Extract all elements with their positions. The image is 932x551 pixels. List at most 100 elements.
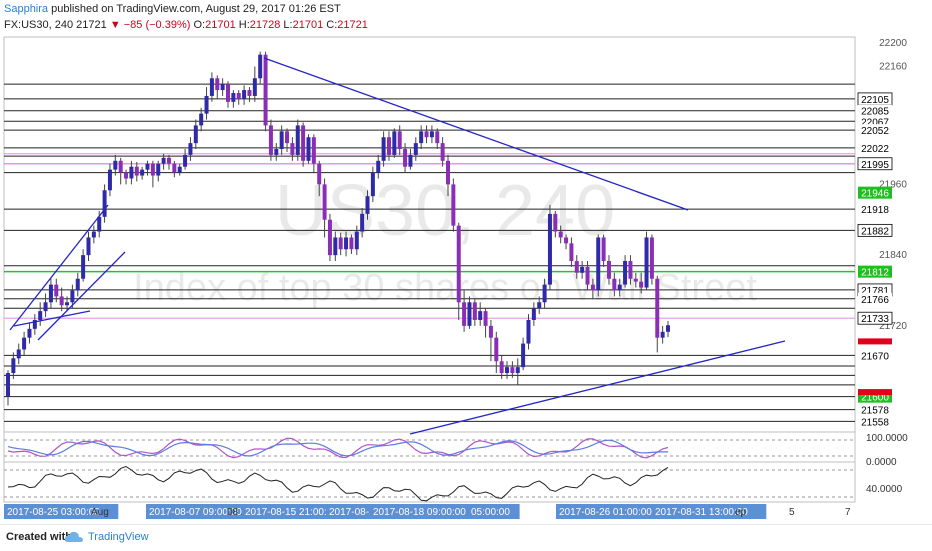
candle-body bbox=[488, 325, 493, 338]
candle-body bbox=[75, 278, 80, 291]
candle-body bbox=[392, 131, 397, 155]
candle-body bbox=[38, 311, 43, 320]
svg-text:21733: 21733 bbox=[861, 314, 889, 325]
candle-body bbox=[129, 166, 134, 179]
candle-body bbox=[183, 154, 188, 167]
candle-body bbox=[435, 131, 440, 144]
svg-text:21946: 21946 bbox=[861, 189, 889, 200]
price-label: 21578 bbox=[858, 403, 892, 417]
candle-body bbox=[220, 84, 225, 91]
candle-body bbox=[429, 131, 434, 138]
candle-body bbox=[204, 95, 209, 114]
svg-text:05:00:00: 05:00:00 bbox=[471, 507, 510, 518]
candle-body bbox=[43, 302, 48, 312]
footer: Created with TradingView bbox=[0, 524, 932, 551]
candle-body bbox=[499, 361, 504, 374]
candle-body bbox=[107, 169, 112, 191]
candle-body bbox=[510, 367, 515, 374]
candle-body bbox=[660, 331, 665, 338]
candle-body bbox=[236, 93, 241, 99]
candle-body bbox=[564, 237, 569, 244]
candle-body bbox=[365, 196, 370, 214]
price-label: 21918 bbox=[858, 203, 892, 216]
candle-body bbox=[408, 154, 413, 167]
svg-text:21558: 21558 bbox=[861, 417, 889, 428]
candle-body bbox=[419, 131, 424, 144]
candle-body bbox=[193, 125, 198, 144]
tradingview-brand[interactable]: TradingView bbox=[88, 531, 149, 543]
svg-text:2017-08-18 09:00:00: 2017-08-18 09:00:00 bbox=[373, 507, 466, 518]
watermark-description: Index of top 30 shares on Wall Street bbox=[133, 267, 757, 309]
candle-body bbox=[226, 84, 230, 102]
x-tick: Aug bbox=[91, 507, 109, 518]
x-tick: 7 bbox=[845, 507, 851, 518]
candle-body bbox=[370, 172, 375, 197]
candle-body bbox=[295, 125, 300, 155]
indicator1-tick-0: 0.0000 bbox=[866, 457, 897, 468]
svg-text:21995: 21995 bbox=[861, 160, 889, 171]
svg-text:ep: ep bbox=[735, 507, 747, 518]
candle-body bbox=[166, 157, 171, 164]
svg-text:21882: 21882 bbox=[861, 226, 889, 237]
candle-body bbox=[81, 255, 86, 279]
price-chart[interactable]: US30, 240 Index of top 30 shares on Wall… bbox=[0, 0, 932, 524]
indicator2-tick-40: 40.0000 bbox=[866, 484, 903, 495]
price-label: 22022 bbox=[858, 141, 892, 155]
candle-body bbox=[639, 281, 644, 288]
candle-body bbox=[231, 93, 236, 102]
time-axis[interactable]: 2017-08-25 03:00:00Aug 2017-08-07 09:00:0… bbox=[4, 504, 851, 519]
indicator2-line bbox=[7, 465, 669, 502]
indicator2-pane-border bbox=[3, 461, 856, 503]
candle-body bbox=[456, 225, 461, 303]
candle-body bbox=[102, 190, 107, 217]
candle-body bbox=[327, 219, 332, 256]
candle-body bbox=[242, 90, 247, 99]
candle-body bbox=[285, 131, 290, 144]
candle-body bbox=[601, 237, 606, 262]
candle-body bbox=[306, 137, 311, 161]
x-tick: ep bbox=[735, 507, 747, 518]
candle-body bbox=[403, 149, 408, 167]
candle-body bbox=[494, 337, 499, 362]
candle-body bbox=[209, 78, 214, 96]
candle-body bbox=[547, 213, 552, 285]
candle-body bbox=[526, 319, 531, 344]
candle-body bbox=[386, 137, 391, 155]
candle-body bbox=[612, 278, 617, 291]
candle-body bbox=[290, 143, 295, 155]
price-label: 21558 bbox=[858, 415, 892, 428]
candle-body bbox=[48, 284, 53, 303]
price-axis[interactable]: 2220022160219602184021720221052208522067… bbox=[857, 38, 907, 428]
candle-body bbox=[172, 163, 177, 173]
candle-body bbox=[381, 137, 386, 161]
candle-body bbox=[467, 302, 472, 326]
candle-body bbox=[344, 237, 349, 250]
svg-text:2017-08-25 03:00:00: 2017-08-25 03:00:00 bbox=[7, 507, 100, 518]
candle-body bbox=[397, 131, 402, 150]
candle-body bbox=[6, 373, 10, 397]
channel-line-1[interactable] bbox=[9, 204, 109, 331]
candle-body bbox=[655, 278, 660, 338]
candle-body bbox=[666, 325, 670, 332]
candle-body bbox=[311, 137, 316, 164]
candle-body bbox=[11, 358, 16, 374]
candle-body bbox=[628, 261, 633, 279]
svg-text:21578: 21578 bbox=[861, 406, 889, 417]
candle-body bbox=[440, 143, 445, 161]
candle-body bbox=[515, 367, 520, 374]
candle-body bbox=[590, 284, 595, 291]
svg-text:2017-08-15 21:00:00: 2017-08-15 21:00:00 bbox=[245, 507, 338, 518]
candle-body bbox=[86, 237, 91, 256]
price-label: 21670 bbox=[858, 349, 892, 362]
svg-text:2017-08-26 01:00:00: 2017-08-26 01:00:00 bbox=[559, 507, 652, 518]
candle-body bbox=[150, 163, 155, 176]
tradingview-cloud-icon bbox=[64, 531, 83, 542]
indicator1-line-a bbox=[7, 437, 669, 459]
candle-body bbox=[617, 284, 622, 291]
candle-body bbox=[16, 349, 21, 359]
candle-body bbox=[521, 343, 526, 368]
y-tick-label: 22200 bbox=[879, 38, 907, 49]
candle-body bbox=[177, 166, 182, 173]
svg-text:22105: 22105 bbox=[861, 95, 889, 106]
candle-body bbox=[140, 169, 145, 176]
